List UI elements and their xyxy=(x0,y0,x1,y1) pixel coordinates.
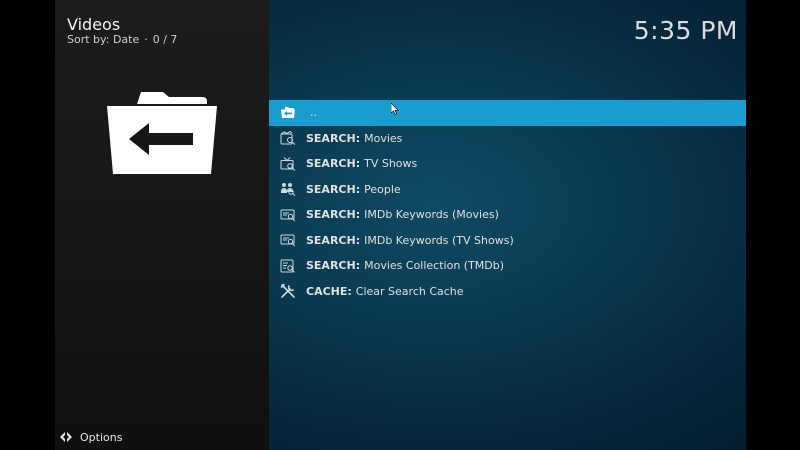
item-prefix: SEARCH: xyxy=(306,259,361,273)
separator: · xyxy=(144,33,148,46)
item-prefix: SEARCH: xyxy=(306,131,361,145)
list-item-search-movies-collection[interactable]: SEARCH: Movies Collection (TMDb) xyxy=(269,253,746,279)
item-prefix: SEARCH: xyxy=(306,157,361,171)
clock: 5:35 PM xyxy=(633,16,738,45)
item-count: 0 / 7 xyxy=(152,33,178,46)
tools-icon xyxy=(279,283,297,299)
options-label: Options xyxy=(80,430,123,444)
page-title: Videos xyxy=(67,15,121,34)
item-label: Movies Collection (TMDb) xyxy=(364,259,505,273)
collection-search-icon xyxy=(279,258,297,274)
folder-back-icon xyxy=(279,105,297,121)
item-label: Clear Search Cache xyxy=(355,284,464,298)
item-prefix: SEARCH: xyxy=(306,208,361,222)
imdb-search-icon xyxy=(279,232,297,248)
folder-back-arrow-icon xyxy=(107,92,217,174)
item-prefix: SEARCH: xyxy=(306,233,361,247)
options-chevrons-icon xyxy=(60,432,72,442)
item-label: IMDb Keywords (TV Shows) xyxy=(364,233,514,247)
film-search-icon xyxy=(279,130,297,146)
info-panel xyxy=(55,0,269,450)
file-list: .. SEARCH: Movies SEARCH: TV Shows SEARC… xyxy=(269,100,746,304)
item-label: TV Shows xyxy=(364,157,418,171)
item-label: IMDb Keywords (Movies) xyxy=(364,208,499,222)
list-item-search-imdb-movies[interactable]: SEARCH: IMDb Keywords (Movies) xyxy=(269,202,746,228)
imdb-search-icon xyxy=(279,207,297,223)
item-label: People xyxy=(364,182,401,196)
sort-info: Sort by: Date · 0 / 7 xyxy=(67,33,177,46)
people-search-icon xyxy=(279,181,297,197)
list-item-search-movies[interactable]: SEARCH: Movies xyxy=(269,126,746,152)
list-item-parent-folder[interactable]: .. xyxy=(269,100,746,126)
item-prefix: SEARCH: xyxy=(306,182,361,196)
list-item-search-imdb-tv-shows[interactable]: SEARCH: IMDb Keywords (TV Shows) xyxy=(269,228,746,254)
mouse-cursor-icon xyxy=(391,103,399,115)
list-item-clear-search-cache[interactable]: CACHE: Clear Search Cache xyxy=(269,279,746,305)
kodi-window: Videos Sort by: Date · 0 / 7 5:35 PM .. SE… xyxy=(55,0,746,450)
item-label: .. xyxy=(310,106,317,120)
tv-search-icon xyxy=(279,156,297,172)
item-prefix: CACHE: xyxy=(306,284,352,298)
list-item-search-people[interactable]: SEARCH: People xyxy=(269,177,746,203)
options-button[interactable]: Options xyxy=(59,430,122,444)
list-item-search-tv-shows[interactable]: SEARCH: TV Shows xyxy=(269,151,746,177)
item-label: Movies xyxy=(364,131,403,145)
sort-label: Sort by: Date xyxy=(67,33,140,46)
